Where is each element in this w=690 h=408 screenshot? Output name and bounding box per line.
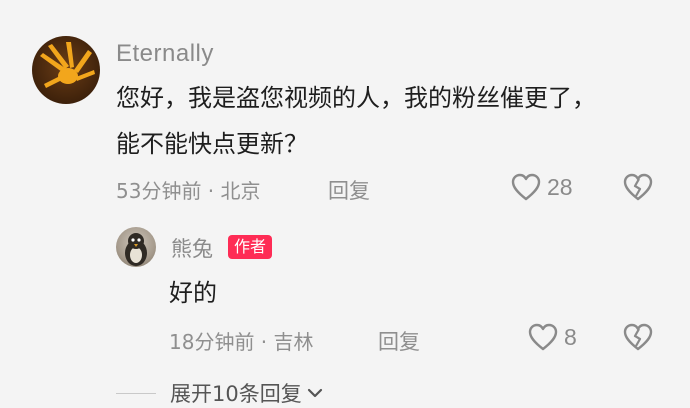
comment-username[interactable]: Eternally [116, 40, 214, 68]
like-button[interactable]: 28 [511, 173, 573, 201]
like-count: 28 [547, 173, 573, 200]
reply-time-location: 18分钟前 · 吉林 [169, 330, 314, 354]
expand-replies-button[interactable]: 展开10条回复 [116, 378, 324, 408]
penguin-avatar-icon [125, 233, 147, 266]
reply-dislike-button[interactable] [622, 322, 654, 356]
broken-heart-icon [623, 173, 653, 201]
reply-like-count: 8 [564, 323, 577, 350]
reply-like-button[interactable]: 8 [528, 323, 577, 351]
author-avatar[interactable] [116, 227, 156, 267]
hand-avatar-icon [40, 42, 95, 88]
comment-text-line-2: 能不能快点更新？ [116, 130, 308, 158]
reply-username[interactable]: 熊兔 [171, 233, 213, 263]
reply-reply-button[interactable]: 回复 [378, 326, 420, 356]
reply-button[interactable]: 回复 [328, 175, 370, 205]
chevron-down-icon [307, 388, 322, 398]
reply-text: 好的 [169, 279, 217, 307]
user-avatar[interactable] [32, 36, 100, 104]
heart-icon [511, 173, 541, 201]
expand-replies-label: 展开10条回复 [170, 382, 302, 406]
heart-icon [528, 323, 558, 351]
comment-time-location: 53分钟前 · 北京 [116, 179, 261, 203]
comment-text-line-1: 您好，我是盗您视频的人，我的粉丝催更了， [116, 84, 596, 112]
author-badge: 作者 [228, 235, 273, 259]
dislike-button[interactable] [622, 172, 654, 206]
divider [116, 392, 156, 394]
broken-heart-icon [623, 323, 653, 351]
